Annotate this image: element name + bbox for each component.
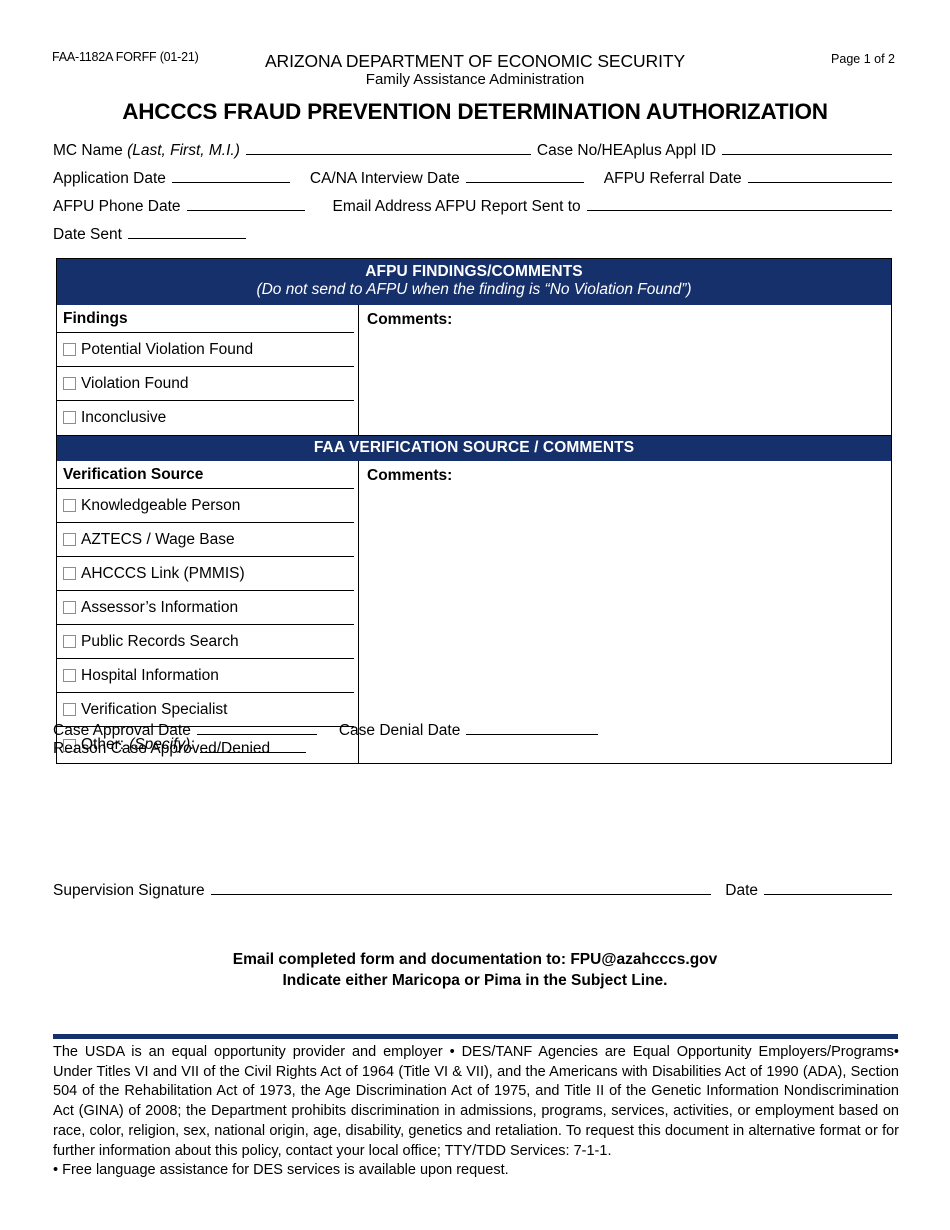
checkbox-icon[interactable] (63, 499, 76, 513)
submission-line-2: Indicate either Maricopa or Pima in the … (282, 971, 668, 989)
footer-legal-notice: The USDA is an equal opportunity provide… (53, 1043, 899, 1181)
checkbox-row-assessors-information[interactable]: Assessor’s Information (57, 591, 354, 626)
case-approval-date-label: Case Approval Date (53, 722, 191, 739)
submission-line-1: Email completed form and documentation t… (232, 951, 718, 968)
checkbox-icon[interactable] (63, 376, 76, 390)
field-row-dates-1: Application Date CA/NA Interview Date AF… (53, 167, 898, 195)
case-denial-date-input[interactable] (466, 719, 599, 735)
checkbox-label: Violation Found (81, 374, 189, 392)
submission-instructions: Email completed form and documentation t… (0, 950, 950, 992)
signature-date-label: Date (725, 882, 758, 899)
field-row-date-sent: Date Sent (53, 223, 898, 251)
checkbox-icon[interactable] (63, 669, 76, 683)
checkbox-label: Knowledgeable Person (81, 496, 241, 514)
checkbox-label: Potential Violation Found (81, 340, 254, 358)
afpu-band-title: AFPU FINDINGS/COMMENTS (365, 263, 583, 280)
checkbox-row-knowledgeable-person[interactable]: Knowledgeable Person (57, 489, 354, 524)
signature-fields: Supervision Signature Date (53, 879, 898, 907)
checkbox-icon[interactable] (63, 342, 76, 356)
signature-date-input[interactable] (764, 879, 892, 895)
checkbox-icon[interactable] (63, 601, 76, 615)
checkbox-icon[interactable] (63, 533, 76, 547)
checkbox-label: Verification Specialist (81, 700, 228, 718)
afpu-band-subtitle: (Do not send to AFPU when the finding is… (256, 281, 692, 299)
division-name: Family Assistance Administration (365, 71, 585, 88)
field-row-name: MC Name (Last, First, M.I.) Case No/HEAp… (53, 139, 898, 167)
faa-comments-label: Comments: (367, 467, 453, 485)
form-page: FAA-1182A FORFF (01-21) Page 1 of 2 ARIZ… (0, 0, 950, 1230)
agency-name: ARIZONA DEPARTMENT OF ECONOMIC SECURITY (264, 51, 686, 71)
afpu-column-header: Findings (57, 305, 354, 333)
case-denial-date-label: Case Denial Date (338, 722, 461, 739)
checkbox-label: AZTECS / Wage Base (81, 530, 235, 548)
checkbox-row-ahcccs-link-pmmis[interactable]: AHCCCS Link (PMMIS) (57, 557, 354, 592)
faa-column-header: Verification Source (57, 461, 354, 490)
date-sent-label: Date Sent (53, 226, 122, 243)
checkbox-label: Public Records Search (81, 632, 239, 650)
page-title: AHCCCS FRAUD PREVENTION DETERMINATION AU… (122, 99, 828, 124)
field-row-dates-2: AFPU Phone Date Email Address AFPU Repor… (53, 195, 898, 223)
cana-interview-date-input[interactable] (465, 167, 584, 183)
signature-row: Supervision Signature Date (53, 879, 898, 907)
checkbox-row-aztecs-wage-base[interactable]: AZTECS / Wage Base (57, 523, 354, 558)
findings-table: AFPU FINDINGS/COMMENTS (Do not send to A… (56, 258, 892, 765)
case-no-label: Case No/HEAplus Appl ID (536, 142, 717, 159)
checkbox-label: Hospital Information (81, 666, 219, 684)
afpu-referral-date-input[interactable] (747, 167, 892, 183)
email-report-input[interactable] (586, 195, 892, 211)
faa-section-body: Verification Source Knowledgeable Person… (57, 461, 891, 764)
checkbox-row-inconclusive[interactable]: Inconclusive (57, 401, 354, 435)
afpu-referral-date-label: AFPU Referral Date (603, 170, 742, 187)
document-header: FAA-1182A FORFF (01-21) Page 1 of 2 ARIZ… (0, 0, 950, 130)
identity-fields: MC Name (Last, First, M.I.) Case No/HEAp… (53, 139, 898, 251)
cana-interview-date-label: CA/NA Interview Date (309, 170, 460, 187)
case-no-input[interactable] (722, 139, 892, 155)
faa-section-band: FAA VERIFICATION SOURCE / COMMENTS (57, 434, 891, 462)
reason-label: Reason Case Approved/Denied (53, 740, 271, 757)
email-report-label: Email Address AFPU Report Sent to (332, 198, 581, 215)
application-date-label: Application Date (53, 170, 166, 187)
footer-body: The USDA is an equal opportunity provide… (53, 1044, 899, 1159)
checkbox-label: AHCCCS Link (PMMIS) (81, 564, 245, 582)
checkbox-row-public-records-search[interactable]: Public Records Search (57, 625, 354, 660)
case-approval-date-input[interactable] (196, 719, 317, 735)
checkbox-icon[interactable] (63, 703, 76, 717)
checkbox-row-potential-violation-found[interactable]: Potential Violation Found (57, 333, 354, 367)
mc-name-label: MC Name (Last, First, M.I.) (53, 142, 240, 159)
afpu-phone-date-label: AFPU Phone Date (53, 198, 181, 215)
checkbox-label: Inconclusive (81, 409, 167, 427)
faa-comments-column[interactable]: Comments: (359, 461, 891, 763)
checkbox-row-hospital-information[interactable]: Hospital Information (57, 659, 354, 694)
date-sent-input[interactable] (127, 223, 246, 239)
mc-name-input[interactable] (245, 139, 531, 155)
afpu-findings-column: Findings Potential Violation Found Viola… (57, 304, 359, 435)
supervision-signature-input[interactable] (210, 879, 712, 895)
checkbox-icon[interactable] (63, 567, 76, 581)
afpu-section-band: AFPU FINDINGS/COMMENTS (Do not send to A… (57, 259, 891, 305)
footer-divider (53, 1033, 898, 1040)
checkbox-icon[interactable] (63, 635, 76, 649)
reason-field: Reason Case Approved/Denied (53, 740, 270, 758)
footer-last-line: • Free language assistance for DES servi… (53, 1162, 509, 1179)
afpu-phone-date-input[interactable] (186, 195, 305, 211)
afpu-comments-label: Comments: (367, 310, 453, 328)
checkbox-icon[interactable] (63, 411, 76, 425)
checkbox-label: Assessor’s Information (81, 598, 239, 616)
supervision-signature-label: Supervision Signature (53, 882, 205, 899)
checkbox-row-violation-found[interactable]: Violation Found (57, 367, 354, 401)
faa-band-title: FAA VERIFICATION SOURCE / COMMENTS (313, 438, 635, 456)
application-date-input[interactable] (171, 167, 290, 183)
afpu-comments-column[interactable]: Comments: (359, 305, 891, 435)
mc-name-hint: (Last, First, M.I.) (127, 142, 240, 159)
afpu-section-body: Findings Potential Violation Found Viola… (57, 304, 891, 435)
faa-verification-column: Verification Source Knowledgeable Person… (57, 461, 359, 764)
